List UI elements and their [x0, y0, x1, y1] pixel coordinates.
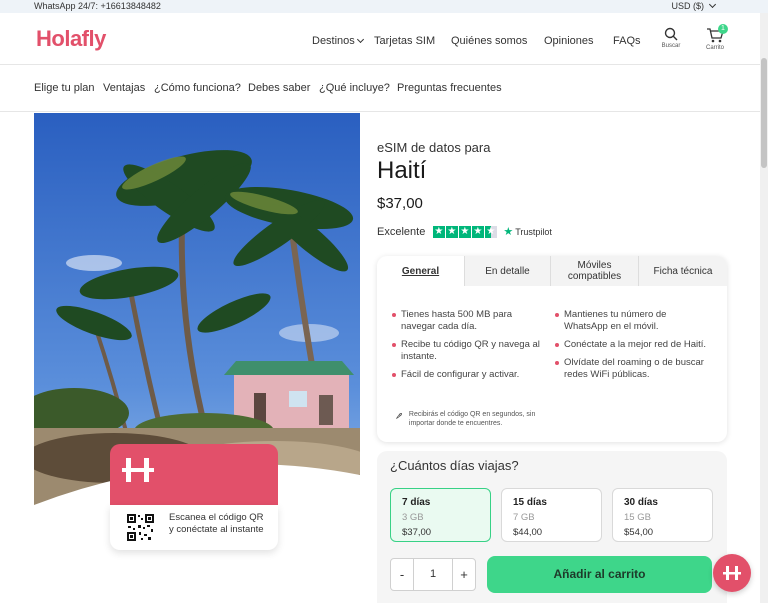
- nav-tarjetas-sim[interactable]: Tarjetas SIM: [374, 35, 435, 47]
- scrollbar-thumb[interactable]: [761, 58, 767, 168]
- chevron-down-icon: [356, 35, 364, 44]
- chat-button[interactable]: [713, 554, 751, 592]
- feature-item: Olvídate del roaming o de buscar redes W…: [555, 357, 710, 381]
- subnav-debes-saber[interactable]: Debes saber: [248, 82, 310, 94]
- star-icon: [459, 225, 472, 238]
- tab-en-detalle[interactable]: En detalle: [464, 256, 550, 286]
- currency-label: USD ($): [671, 1, 704, 11]
- quantity-value[interactable]: 1: [413, 559, 453, 590]
- search-button[interactable]: Buscar: [656, 27, 686, 49]
- top-bar: WhatsApp 24/7: +16613848482 USD ($): [0, 0, 768, 13]
- plan-option-7-days[interactable]: 7 días 3 GB $37,00: [390, 488, 491, 542]
- rocket-icon: [396, 413, 402, 419]
- trustpilot-label: Trustpilot: [515, 226, 552, 237]
- subnav-que-incluye[interactable]: ¿Qué incluye?: [319, 82, 390, 94]
- cart-count-badge: 1: [718, 24, 728, 34]
- half-star-icon: [485, 225, 498, 238]
- nav-faqs[interactable]: FAQs: [613, 35, 641, 47]
- plan-data: 15 GB: [624, 512, 651, 523]
- features-list-left: Tienes hasta 500 MB para navegar cada dí…: [392, 309, 542, 387]
- product-title: Haití: [377, 157, 427, 184]
- holafly-logo[interactable]: Holafly: [36, 26, 106, 52]
- features-list-right: Mantienes tu número de WhatsApp en el mó…: [555, 309, 710, 387]
- subnav-preguntas[interactable]: Preguntas frecuentes: [397, 82, 502, 94]
- feature-item: Tienes hasta 500 MB para navegar cada dí…: [392, 309, 542, 333]
- plan-days: 30 días: [624, 497, 658, 508]
- nav-quienes-somos[interactable]: Quiénes somos: [451, 35, 527, 47]
- star-icon: [472, 225, 485, 238]
- subnav-como-funciona[interactable]: ¿Cómo funciona?: [154, 82, 241, 94]
- plan-option-15-days[interactable]: 15 días 7 GB $44,00: [501, 488, 602, 542]
- main-header: Holafly Destinos Tarjetas SIM Quiénes so…: [0, 13, 768, 65]
- nav-destinos-label: Destinos: [312, 35, 355, 47]
- subnav-ventajas[interactable]: Ventajas: [103, 82, 145, 94]
- tab-general[interactable]: General: [377, 256, 464, 286]
- star-icon: [433, 225, 446, 238]
- qr-promo-card: Escanea el código QR y conéctate al inst…: [110, 505, 278, 550]
- cart-label: Carrito: [705, 45, 724, 51]
- plan-price: $44,00: [513, 527, 543, 538]
- trustpilot-rating[interactable]: Excelente ★ Trustpilot: [377, 225, 552, 239]
- plan-days: 7 días: [402, 497, 431, 508]
- cart-button[interactable]: 1 Carrito: [700, 24, 730, 51]
- plan-data: 7 GB: [513, 512, 535, 523]
- qr-delivery-note: Recibirás el código QR en segundos, sin …: [395, 410, 555, 428]
- plan-option-30-days[interactable]: 30 días 15 GB $54,00: [612, 488, 713, 542]
- nav-opiniones[interactable]: Opiniones: [544, 35, 594, 47]
- add-to-cart-button[interactable]: Añadir al carrito: [487, 556, 712, 593]
- feature-item: Fácil de configurar y activar.: [392, 369, 542, 381]
- quantity-increment-button[interactable]: +: [453, 567, 475, 582]
- feature-item: Mantienes tu número de WhatsApp en el mó…: [555, 309, 710, 333]
- tab-strip: General En detalle Móviles compatibles F…: [377, 256, 727, 286]
- search-label: Buscar: [661, 43, 681, 49]
- section-nav: Elige tu plan Ventajas ¿Cómo funciona? D…: [0, 66, 768, 112]
- holafly-promo-card: [110, 444, 278, 508]
- nav-destinos[interactable]: Destinos: [312, 35, 364, 47]
- rating-stars: [433, 225, 498, 238]
- tab-moviles-compatibles[interactable]: Móviles compatibles: [550, 256, 638, 286]
- days-question: ¿Cuántos días viajas?: [390, 458, 519, 473]
- holafly-h-chat-icon: [723, 566, 741, 580]
- holafly-h-logo-icon: [122, 458, 154, 482]
- chevron-down-icon: [708, 0, 717, 9]
- qr-note-text: Recibirás el código QR en segundos, sin …: [408, 411, 536, 427]
- product-kicker: eSIM de datos para: [377, 140, 491, 155]
- feature-item: Conéctate a la mejor red de Haití.: [555, 339, 710, 351]
- plan-days: 15 días: [513, 497, 547, 508]
- quantity-decrement-button[interactable]: -: [391, 567, 413, 582]
- whatsapp-contact[interactable]: WhatsApp 24/7: +16613848482: [34, 1, 161, 11]
- quantity-stepper: - 1 +: [390, 558, 476, 591]
- plan-price: $54,00: [624, 527, 654, 538]
- qr-promo-text: Escanea el código QR y conéctate al inst…: [169, 512, 264, 535]
- currency-selector[interactable]: USD ($): [671, 0, 717, 11]
- page-scrollbar[interactable]: [760, 13, 768, 603]
- trustpilot-logo: ★ Trustpilot: [503, 225, 552, 238]
- trustpilot-star-icon: ★: [503, 226, 514, 238]
- tab-ficha-tecnica[interactable]: Ficha técnica: [638, 256, 727, 286]
- search-icon: [664, 27, 678, 41]
- subnav-elige-plan[interactable]: Elige tu plan: [34, 82, 95, 94]
- rating-label: Excelente: [377, 225, 426, 238]
- plan-price: $37,00: [402, 527, 432, 538]
- plan-data: 3 GB: [402, 512, 424, 523]
- product-price: $37,00: [377, 195, 423, 212]
- star-icon: [446, 225, 459, 238]
- qr-code-icon: [126, 513, 155, 542]
- feature-item: Recibe tu código QR y navega al instante…: [392, 339, 542, 363]
